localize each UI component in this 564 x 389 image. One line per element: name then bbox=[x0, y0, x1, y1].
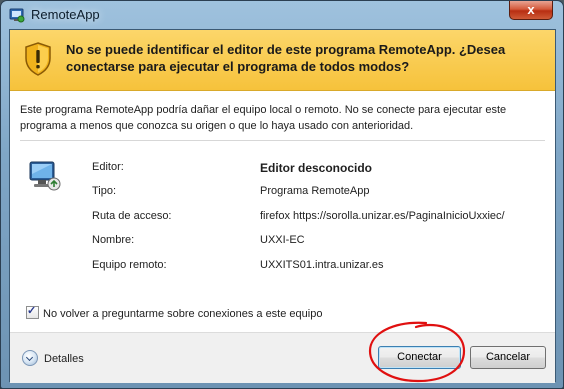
detail-value: Editor desconocido bbox=[260, 161, 373, 175]
detail-value: UXXITS01.intra.unizar.es bbox=[260, 258, 384, 271]
remote-computer-icon bbox=[29, 161, 61, 191]
dont-ask-again-checkbox-row[interactable]: ✓ No volver a preguntarme sobre conexione… bbox=[26, 305, 323, 320]
warning-banner: No se puede identificar el editor de est… bbox=[10, 30, 555, 91]
program-details: Editor: Editor desconocido Tipo: Program… bbox=[92, 161, 542, 283]
divider bbox=[20, 140, 545, 141]
detail-label: Editor: bbox=[92, 161, 124, 173]
details-toggle[interactable]: Detalles bbox=[22, 350, 84, 366]
cancel-button[interactable]: Cancelar bbox=[470, 346, 546, 369]
dialog-content: No se puede identificar el editor de est… bbox=[9, 29, 556, 383]
detail-row-type: Tipo: Programa RemoteApp bbox=[92, 185, 542, 209]
warning-shield-icon bbox=[25, 42, 51, 76]
detail-row-path: Ruta de acceso: firefox https://sorolla.… bbox=[92, 210, 542, 234]
detail-row-name: Nombre: UXXI-EC bbox=[92, 234, 542, 258]
detail-value: Programa RemoteApp bbox=[260, 185, 370, 198]
detail-row-remote-computer: Equipo remoto: UXXITS01.intra.unizar.es bbox=[92, 259, 542, 283]
detail-label: Tipo: bbox=[92, 185, 117, 198]
description-text: Este programa RemoteApp podría dañar el … bbox=[20, 104, 507, 132]
connect-button[interactable]: Conectar bbox=[378, 346, 461, 369]
detail-label: Equipo remoto: bbox=[92, 258, 167, 271]
dialog-footer: Detalles Conectar Cancelar bbox=[10, 332, 555, 383]
checkbox-label: No volver a preguntarme sobre conexiones… bbox=[43, 308, 323, 320]
remoteapp-dialog: RemoteApp x No se puede identificar el e… bbox=[0, 0, 564, 389]
detail-label: Ruta de acceso: bbox=[92, 209, 172, 222]
title-bar[interactable]: RemoteApp x bbox=[1, 1, 563, 29]
dont-ask-again-checkbox[interactable]: ✓ bbox=[26, 305, 39, 319]
checkmark-icon: ✓ bbox=[27, 305, 37, 317]
close-button[interactable]: x bbox=[509, 1, 553, 20]
detail-value: firefox https://sorolla.unizar.es/Pagina… bbox=[260, 209, 505, 222]
remoteapp-icon bbox=[9, 8, 25, 23]
close-icon: x bbox=[527, 2, 535, 17]
warning-message: No se puede identificar el editor de est… bbox=[66, 42, 506, 74]
detail-row-editor: Editor: Editor desconocido bbox=[92, 161, 542, 185]
window-title: RemoteApp bbox=[31, 7, 100, 22]
detail-value: UXXI-EC bbox=[260, 234, 305, 247]
chevron-down-icon[interactable] bbox=[22, 350, 38, 366]
detail-label: Nombre: bbox=[92, 234, 135, 247]
details-label: Detalles bbox=[44, 353, 84, 365]
